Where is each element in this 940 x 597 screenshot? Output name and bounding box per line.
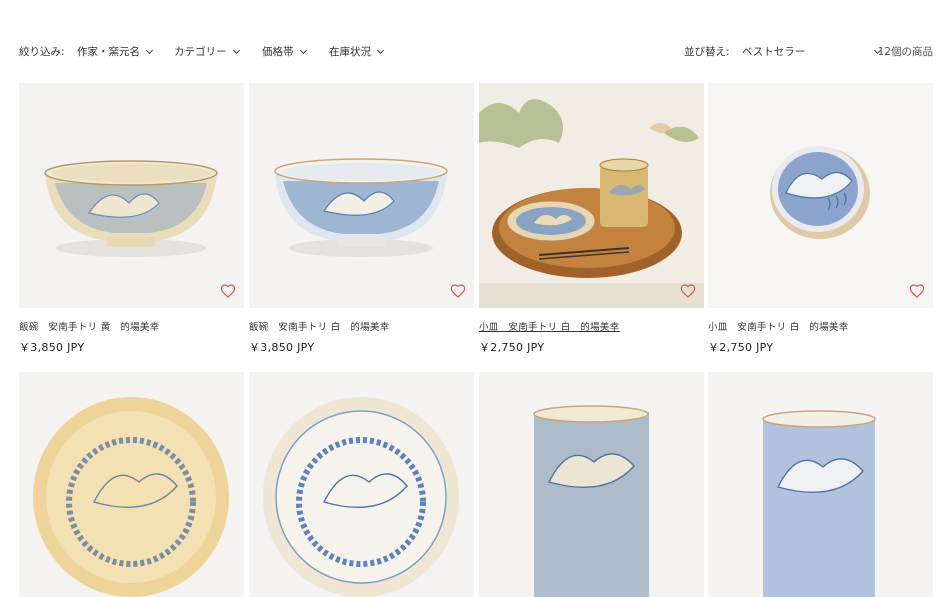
heart-outline-icon[interactable] (450, 283, 466, 299)
filter-stock-dropdown[interactable]: 在庫状況 (329, 44, 385, 59)
filter-label: 絞り込み: (19, 46, 65, 58)
product-card[interactable]: 小皿 安南手トリ 白 的場美幸 ￥2,750 JPY (479, 83, 704, 354)
product-price: ￥3,850 JPY (249, 341, 315, 354)
product-image[interactable] (249, 83, 474, 308)
product-card[interactable]: 飯碗 安南手トリ 白 的場美幸 ￥3,850 JPY (249, 83, 474, 354)
product-image[interactable] (479, 372, 704, 597)
filter-bar: 絞り込み: 作家・窯元名 カテゴリー 価格帯 在庫状況 並び替え: ベストセラー… (19, 38, 933, 62)
product-card[interactable] (708, 372, 933, 597)
filter-price-label: 価格帯 (262, 46, 294, 58)
filter-category-label: カテゴリー (174, 46, 227, 58)
chevron-down-icon (376, 46, 385, 54)
sort-value: ベストセラー (742, 46, 806, 58)
product-title[interactable]: 小皿 安南手トリ 白 的場美幸 (479, 319, 620, 333)
product-price: ￥2,750 JPY (479, 341, 545, 354)
heart-outline-icon[interactable] (909, 283, 925, 299)
product-image[interactable] (708, 83, 933, 308)
product-image[interactable] (479, 83, 704, 308)
product-card[interactable]: 小皿 安南手トリ 白 的場美幸 ￥2,750 JPY (708, 83, 933, 354)
sort-select[interactable]: ベストセラー (742, 44, 882, 59)
product-title[interactable]: 飯碗 安南手トリ 白 的場美幸 (249, 319, 390, 333)
filter-category-dropdown[interactable]: カテゴリー (174, 44, 240, 59)
product-count: 12個の商品 (877, 46, 933, 58)
chevron-down-icon (232, 46, 240, 54)
product-card[interactable]: 飯碗 安南手トリ 黄 的場美幸 ￥3,850 JPY (19, 83, 244, 354)
product-image[interactable] (19, 372, 244, 597)
product-card[interactable] (19, 372, 244, 597)
product-title[interactable]: 飯碗 安南手トリ 黄 的場美幸 (19, 319, 160, 333)
sort-label: 並び替え: (684, 46, 730, 58)
filter-price-dropdown[interactable]: 価格帯 (262, 44, 307, 59)
product-image[interactable] (249, 372, 474, 597)
filter-artist-label: 作家・窯元名 (77, 46, 140, 58)
heart-outline-icon[interactable] (680, 283, 696, 299)
chevron-down-icon (299, 46, 307, 54)
heart-outline-icon[interactable] (220, 283, 236, 299)
product-card[interactable] (249, 372, 474, 597)
product-image[interactable] (708, 372, 933, 597)
filter-stock-label: 在庫状況 (329, 46, 371, 58)
chevron-down-icon (145, 46, 154, 54)
product-price: ￥2,750 JPY (708, 341, 774, 354)
product-title[interactable]: 小皿 安南手トリ 白 的場美幸 (708, 319, 849, 333)
product-image[interactable] (19, 83, 244, 308)
product-card[interactable] (479, 372, 704, 597)
product-price: ￥3,850 JPY (19, 341, 85, 354)
filter-artist-dropdown[interactable]: 作家・窯元名 (77, 44, 154, 59)
